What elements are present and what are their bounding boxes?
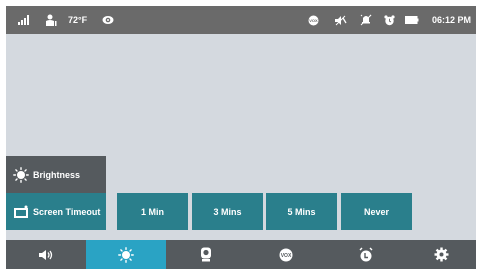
monitor-screen: 72°F VOX 06:12 PM Brightness Screen Time…: [6, 6, 476, 269]
camera-icon: [200, 247, 212, 262]
tab-brightness-label: Brightness: [33, 169, 81, 180]
timeout-option-3-mins[interactable]: 3 Mins: [192, 193, 263, 230]
battery-icon: [404, 6, 420, 34]
sun-icon: [12, 166, 30, 184]
svg-text:VOX: VOX: [309, 18, 318, 23]
tab-brightness[interactable]: Brightness: [6, 156, 106, 193]
brightness-icon: [118, 246, 134, 263]
timeout-option-5-mins[interactable]: 5 Mins: [266, 193, 337, 230]
alert-off-icon: [358, 6, 374, 34]
nav-vox[interactable]: VOX: [246, 240, 326, 269]
status-bar: 72°F VOX 06:12 PM: [6, 6, 476, 34]
nav-settings[interactable]: [406, 240, 476, 269]
nav-alarm[interactable]: [326, 240, 406, 269]
alarm-clock-icon: [382, 6, 396, 34]
nav-volume[interactable]: [6, 240, 86, 269]
baby-temperature-icon: [43, 6, 59, 34]
svg-text:VOX: VOX: [281, 252, 292, 258]
signal-bars-icon: [16, 6, 32, 34]
nav-camera[interactable]: [166, 240, 246, 269]
vox-icon: VOX: [279, 248, 293, 262]
temperature-reading: 72°F: [68, 15, 88, 25]
volume-icon: [38, 249, 54, 261]
vox-icon: VOX: [306, 6, 320, 34]
clock-time: 06:12 PM: [432, 15, 472, 25]
nav-brightness[interactable]: [86, 240, 166, 269]
bottom-nav: VOX: [6, 240, 476, 269]
tab-screen-timeout[interactable]: Screen Timeout: [6, 193, 106, 230]
speaker-muted-icon: [332, 6, 348, 34]
timeout-option-never[interactable]: Never: [341, 193, 412, 230]
eye-icon: [101, 6, 115, 34]
screen-icon: [12, 203, 30, 221]
tab-screen-timeout-label: Screen Timeout: [33, 206, 101, 217]
settings-gear-icon: [434, 247, 449, 262]
alarm-icon: [358, 247, 374, 263]
timeout-option-1-min[interactable]: 1 Min: [117, 193, 188, 230]
